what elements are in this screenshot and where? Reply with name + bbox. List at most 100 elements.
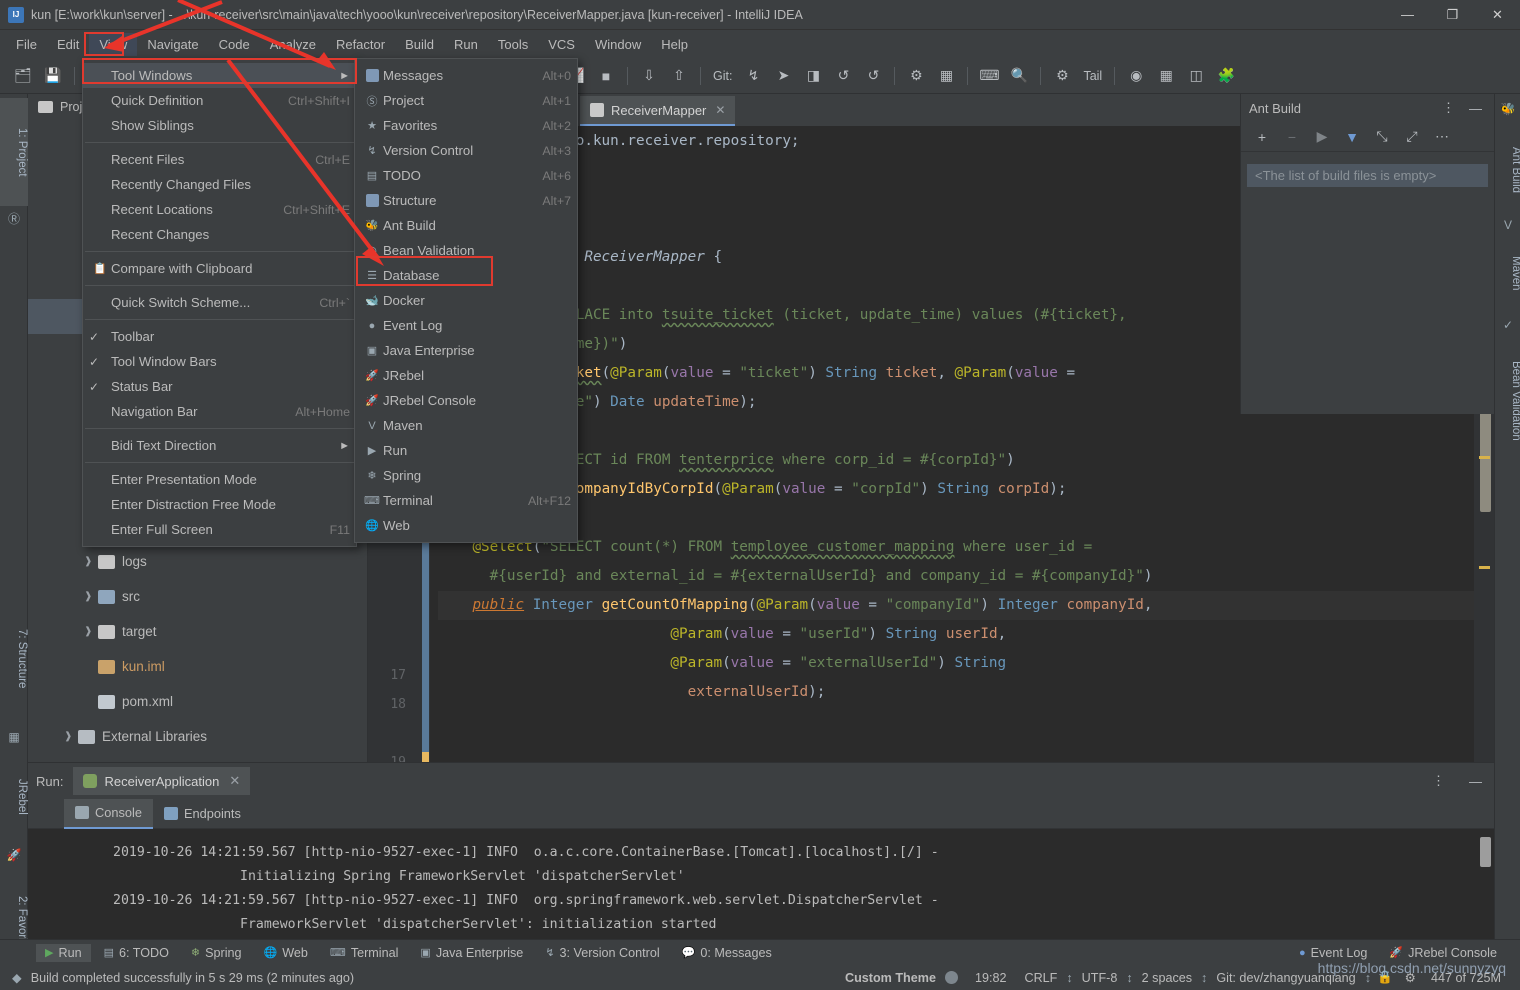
tab-console[interactable]: Console xyxy=(64,798,153,829)
git-push-icon[interactable]: ➤ xyxy=(769,63,797,89)
tree-item-pom-xml[interactable]: pom.xml xyxy=(28,684,367,719)
add-build-file-button[interactable]: + xyxy=(1247,125,1277,149)
menu-item-spring[interactable]: ❄ Spring xyxy=(355,463,577,488)
menu-navigate[interactable]: Navigate xyxy=(137,33,208,56)
menu-edit[interactable]: Edit xyxy=(47,33,89,56)
chevron-right-icon[interactable]: ❱ xyxy=(84,556,98,567)
status-tab-todo[interactable]: ▤ 6: TODO xyxy=(95,944,178,962)
remove-build-file-button[interactable]: − xyxy=(1277,125,1307,149)
commit-icon[interactable]: ⇧ xyxy=(665,63,693,89)
search-icon[interactable]: 🔍 xyxy=(1005,63,1033,89)
sidebar-tab-maven[interactable]: Maven xyxy=(1494,236,1520,310)
menu-item-web[interactable]: 🌐 Web xyxy=(355,513,577,538)
menu-item-enter-distraction-free-mode[interactable]: Enter Distraction Free Mode xyxy=(83,492,356,517)
status-tab-terminal[interactable]: ⌨ Terminal xyxy=(321,944,407,962)
menu-item-docker[interactable]: 🐋 Docker xyxy=(355,288,577,313)
options-icon[interactable]: ⋮ xyxy=(1420,773,1457,789)
tab-endpoints[interactable]: Endpoints xyxy=(153,799,252,829)
maven-side-icon[interactable]: Ⓡ xyxy=(5,210,23,228)
layout-icon[interactable]: ▦ xyxy=(1152,63,1180,89)
open-project-icon[interactable]: 🗂 xyxy=(9,63,37,89)
maven-right-icon[interactable]: V xyxy=(1499,216,1517,234)
menu-item-todo[interactable]: ▤ TODO Alt+6 xyxy=(355,163,577,188)
menu-item-enter-full-screen[interactable]: Enter Full Screen F11 xyxy=(83,517,356,542)
run-target-button[interactable]: ▶ xyxy=(1307,125,1337,149)
jrebel-side-icon[interactable]: 🚀 xyxy=(5,846,23,864)
run-config-tab[interactable]: ReceiverApplication ✕ xyxy=(73,767,251,795)
menu-tools[interactable]: Tools xyxy=(488,33,538,56)
change-marker[interactable] xyxy=(1479,456,1490,459)
menu-item-terminal[interactable]: ⌨ Terminal Alt+F12 xyxy=(355,488,577,513)
minimize-icon[interactable]: — xyxy=(1465,101,1486,116)
tail-label[interactable]: Tail xyxy=(1077,69,1108,83)
git-compare-icon[interactable]: ◨ xyxy=(799,63,827,89)
update-project-icon[interactable]: ⇩ xyxy=(635,63,663,89)
menu-item-bidi-text-direction[interactable]: Bidi Text Direction ► xyxy=(83,433,356,458)
menu-item-run[interactable]: ▶ Run xyxy=(355,438,577,463)
menu-item-navigation-bar[interactable]: Navigation Bar Alt+Home xyxy=(83,399,356,424)
menu-window[interactable]: Window xyxy=(585,33,651,56)
menu-item-jrebel-console[interactable]: 🚀 JRebel Console xyxy=(355,388,577,413)
menu-item-structure[interactable]: Structure Alt+7 xyxy=(355,188,577,213)
sidebar-tab-ant-build[interactable]: Ant Build xyxy=(1494,120,1520,220)
git-branch-indicator[interactable]: Git: dev/zhangyuanqiang xyxy=(1207,971,1364,985)
tree-item-kun-iml[interactable]: kun.iml xyxy=(28,649,367,684)
tree-item-external-libraries[interactable]: ❱ External Libraries xyxy=(28,719,367,754)
save-all-icon[interactable]: 💾 xyxy=(39,63,67,89)
menu-item-version-control[interactable]: ↯ Version Control Alt+3 xyxy=(355,138,577,163)
minimize-icon[interactable]: — xyxy=(1457,774,1494,789)
menu-item-recent-files[interactable]: Recent Files Ctrl+E xyxy=(83,147,356,172)
caret-position[interactable]: 19:82 xyxy=(966,971,1016,985)
status-tab-spring[interactable]: ❄ Spring xyxy=(182,944,251,962)
menu-item-quick-switch-scheme[interactable]: Quick Switch Scheme... Ctrl+` xyxy=(83,290,356,315)
menu-item-compare-with-clipboard[interactable]: 📋 Compare with Clipboard xyxy=(83,256,356,281)
menu-item-status-bar[interactable]: ✓ Status Bar xyxy=(83,374,356,399)
console-scrollbar-thumb[interactable] xyxy=(1480,837,1491,867)
menu-item-quick-definition[interactable]: Quick Definition Ctrl+Shift+I xyxy=(83,88,356,113)
tree-item-logs[interactable]: ❱ logs xyxy=(28,544,367,579)
menu-item-show-siblings[interactable]: Show Siblings xyxy=(83,113,356,138)
menu-help[interactable]: Help xyxy=(651,33,698,56)
minimize-button[interactable]: — xyxy=(1385,0,1430,30)
menu-item-ant-build[interactable]: 🐝 Ant Build xyxy=(355,213,577,238)
status-tab-event-log[interactable]: ● Event Log xyxy=(1290,944,1376,962)
menu-item-tool-windows[interactable]: Tool Windows ► xyxy=(83,63,356,88)
indent-setting[interactable]: 2 spaces xyxy=(1133,971,1201,985)
menu-vcs[interactable]: VCS xyxy=(538,33,585,56)
collapse-all-button[interactable]: ⤢ xyxy=(1397,125,1427,149)
menu-item-favorites[interactable]: ★ Favorites Alt+2 xyxy=(355,113,577,138)
terminal-icon[interactable]: ⌨ xyxy=(975,63,1003,89)
more-options-button[interactable]: ⋯ xyxy=(1427,125,1457,149)
menu-item-event-log[interactable]: ● Event Log xyxy=(355,313,577,338)
menu-item-recently-changed-files[interactable]: Recently Changed Files xyxy=(83,172,356,197)
stop-icon[interactable]: ■ xyxy=(592,63,620,89)
git-branch-icon[interactable]: ↯ xyxy=(739,63,767,89)
close-button[interactable]: ✕ xyxy=(1475,0,1520,30)
menu-item-java-enterprise[interactable]: ▣ Java Enterprise xyxy=(355,338,577,363)
lock-icon[interactable]: 🔒 xyxy=(1371,970,1399,985)
change-marker[interactable] xyxy=(1479,566,1490,569)
tree-item-target[interactable]: ❱ target xyxy=(28,614,367,649)
file-encoding[interactable]: UTF-8 xyxy=(1073,971,1127,985)
menu-item-project[interactable]: Ⓢ Project Alt+1 xyxy=(355,88,577,113)
menu-view[interactable]: View xyxy=(89,32,138,56)
status-tab-version-control[interactable]: ↯ 3: Version Control xyxy=(536,944,668,962)
status-tab-jrebel-console[interactable]: 🚀 JRebel Console xyxy=(1380,944,1506,962)
cpu-icon[interactable]: ⚙ xyxy=(1048,63,1076,89)
editor-tab-receiver-mapper[interactable]: ReceiverMapper ✕ xyxy=(580,96,736,126)
status-tab-run[interactable]: ▶ Run xyxy=(36,943,91,962)
line-separator[interactable]: CRLF xyxy=(1015,971,1066,985)
menu-item-database[interactable]: ☰ Database xyxy=(355,263,577,288)
menu-refactor[interactable]: Refactor xyxy=(326,33,395,56)
settings-gear-icon[interactable]: ⚙ xyxy=(902,63,930,89)
chevron-right-icon[interactable]: ❱ xyxy=(84,591,98,602)
sidebar-tab-bean-validation[interactable]: Bean Validation xyxy=(1494,336,1520,466)
menu-build[interactable]: Build xyxy=(395,33,444,56)
status-tab-java-enterprise[interactable]: ▣ Java Enterprise xyxy=(411,944,532,962)
menu-item-enter-presentation-mode[interactable]: Enter Presentation Mode xyxy=(83,467,356,492)
close-icon[interactable]: ✕ xyxy=(715,103,725,117)
menu-analyze[interactable]: Analyze xyxy=(260,33,326,56)
menu-run[interactable]: Run xyxy=(444,33,488,56)
maximize-button[interactable]: ❐ xyxy=(1430,0,1475,30)
structure-side-icon[interactable]: ▦ xyxy=(5,728,23,746)
